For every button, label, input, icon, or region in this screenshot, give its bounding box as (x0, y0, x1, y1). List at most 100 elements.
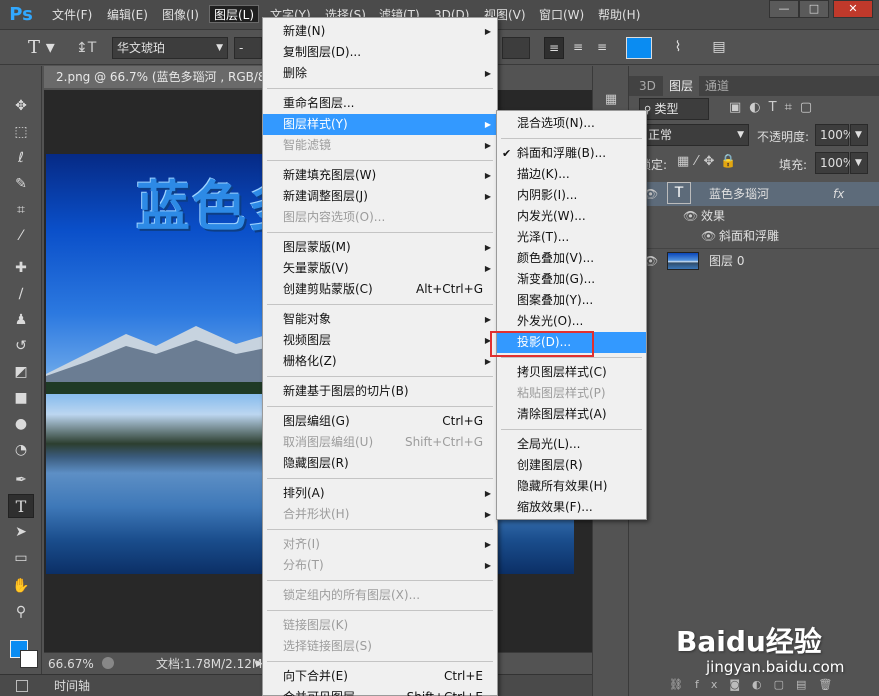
align-right-icon[interactable]: ≡ (592, 37, 612, 59)
style-menu-item[interactable]: 颜色叠加(V)... (497, 248, 646, 269)
style-menu-item[interactable]: 缩放效果(F)... (497, 497, 646, 518)
layer-menu-item[interactable]: 新建调整图层(J) ▶ (263, 186, 497, 207)
layer-menu-item[interactable]: 删除 ▶ (263, 63, 497, 84)
layer-menu-item[interactable]: 重命名图层... (263, 93, 497, 114)
text-orientation-icon[interactable]: ↨T (76, 37, 100, 59)
status-menu-icon[interactable] (102, 657, 114, 669)
healing-brush-tool-icon[interactable]: ✚ (8, 256, 34, 280)
tab-channels[interactable]: 通道 (699, 76, 735, 96)
move-tool-icon[interactable]: ✥ (8, 94, 34, 118)
eyedropper-tool-icon[interactable]: ⁄ (8, 224, 34, 248)
layer-menu-item[interactable]: 创建剪贴蒙版(C) Alt+Ctrl+G (263, 279, 497, 300)
type-tool-icon[interactable]: T ▾ (28, 37, 64, 59)
text-color-swatch[interactable] (626, 37, 652, 59)
minimize-button[interactable]: — (769, 0, 799, 18)
marquee-tool-icon[interactable]: ⬚ (8, 120, 34, 144)
gradient-tool-icon[interactable]: ■ (8, 386, 34, 410)
style-menu-item[interactable]: 拷贝图层样式(C) (497, 362, 646, 383)
style-menu-item[interactable]: 全局光(L)... (497, 434, 646, 455)
close-button[interactable]: ✕ (833, 0, 873, 18)
opacity-input[interactable]: 100% (815, 124, 854, 146)
style-menu-item[interactable]: 混合选项(N)... (497, 113, 646, 134)
layer-menu-item[interactable]: 新建填充图层(W) ▶ (263, 165, 497, 186)
document-tab[interactable]: 2.png @ 66.7% (蓝色多瑙河 , RGB/8) * (44, 66, 274, 88)
layer-menu-item[interactable]: 隐藏图层(R) (263, 453, 497, 474)
dodge-tool-icon[interactable]: ◔ (8, 438, 34, 462)
type-tool-icon[interactable]: T (8, 494, 34, 518)
clone-stamp-tool-icon[interactable]: ♟ (8, 308, 34, 332)
effects-eye-icon[interactable]: 👁 (683, 206, 698, 226)
warp-text-icon[interactable]: ⌇ (668, 37, 688, 59)
maximize-button[interactable]: □ (799, 0, 829, 18)
style-menu-item[interactable]: 隐藏所有效果(H) (497, 476, 646, 497)
bevel-eye-icon[interactable]: 👁 (701, 226, 716, 246)
menu-image[interactable]: 图像(I) (162, 6, 199, 24)
layer-menu-item[interactable]: 图层样式(Y) ▶ (263, 114, 497, 135)
background-color-swatch[interactable] (20, 650, 38, 668)
layer-menu-item[interactable]: 图层编组(G) Ctrl+G (263, 411, 497, 432)
fx-icon[interactable]: fx (833, 182, 844, 206)
menu-file[interactable]: 文件(F) (52, 6, 92, 24)
history-brush-tool-icon[interactable]: ↺ (8, 334, 34, 358)
layer-filter-select[interactable]: ⚲ 类型 (639, 98, 709, 120)
opacity-dropdown-icon[interactable]: ▼ (850, 124, 868, 146)
style-menu-item[interactable]: ✔ 斜面和浮雕(B)... (497, 143, 646, 164)
font-family-select[interactable]: 华文琥珀 ▼ (112, 37, 228, 59)
menu-help[interactable]: 帮助(H) (598, 6, 640, 24)
fill-dropdown-icon[interactable]: ▼ (850, 152, 868, 174)
style-menu-item[interactable]: 内阴影(I)... (497, 185, 646, 206)
lock-icons[interactable]: ▦⁄✥🔒 (677, 154, 743, 169)
panel-tabs: 3D 图层 通道 (629, 76, 879, 96)
layer-menu-item[interactable]: 新建(N) ▶ (263, 21, 497, 42)
layer-menu-item[interactable]: 复制图层(D)... (263, 42, 497, 63)
menu-window[interactable]: 窗口(W) (539, 6, 584, 24)
style-menu-item[interactable]: 光泽(T)... (497, 227, 646, 248)
tab-layers[interactable]: 图层 (663, 76, 700, 96)
style-menu-item[interactable]: 外发光(O)... (497, 311, 646, 332)
layer-menu-item[interactable]: 视频图层 ▶ (263, 330, 497, 351)
align-left-icon[interactable]: ≡ (544, 37, 564, 59)
layer-menu-item[interactable]: 排列(A) ▶ (263, 483, 497, 504)
layer-effects-row[interactable]: 👁 效果 (629, 206, 879, 226)
layer-menu-item[interactable]: 智能对象 ▶ (263, 309, 497, 330)
pen-tool-icon[interactable]: ✒ (8, 468, 34, 492)
hand-tool-icon[interactable]: ✋ (8, 574, 34, 598)
lasso-tool-icon[interactable]: ℓ (8, 146, 34, 170)
layer-menu-item[interactable]: 图层蒙版(M) ▶ (263, 237, 497, 258)
layer-menu-item[interactable]: 合并可见图层 Shift+Ctrl+E (263, 687, 497, 696)
align-center-icon[interactable]: ≡ (568, 37, 588, 59)
quick-select-tool-icon[interactable]: ✎ (8, 172, 34, 196)
brush-tool-icon[interactable]: ∕ (8, 282, 34, 306)
layer-menu-item[interactable]: 矢量蒙版(V) ▶ (263, 258, 497, 279)
style-menu-item[interactable]: 内发光(W)... (497, 206, 646, 227)
histogram-panel-icon[interactable]: ▦ (601, 92, 621, 110)
style-menu-item[interactable]: 描边(K)... (497, 164, 646, 185)
timeline-tab[interactable]: 时间轴 (54, 675, 90, 696)
blend-mode-select[interactable]: 正常 ▼ (643, 124, 749, 146)
rectangle-tool-icon[interactable]: ▭ (8, 546, 34, 570)
layer-row-text[interactable]: 👁 T 蓝色多瑙河 fx (629, 182, 879, 206)
style-menu-item[interactable]: 渐变叠加(G)... (497, 269, 646, 290)
crop-tool-icon[interactable]: ⌗ (8, 198, 34, 222)
tab-3d[interactable]: 3D (633, 76, 662, 96)
layer-effect-item[interactable]: 👁 斜面和浮雕 (629, 226, 879, 246)
font-size-select[interactable] (502, 37, 530, 59)
style-menu-item[interactable]: 清除图层样式(A) (497, 404, 646, 425)
zoom-tool-icon[interactable]: ⚲ (8, 600, 34, 624)
layer-menu-item[interactable]: 向下合并(E) Ctrl+E (263, 666, 497, 687)
filter-icons[interactable]: ▣◐T⌗▢ (729, 100, 869, 118)
fill-input[interactable]: 100% (815, 152, 854, 174)
layer-menu-item[interactable]: 栅格化(Z) ▶ (263, 351, 497, 372)
menu-edit[interactable]: 编辑(E) (107, 6, 148, 24)
character-panel-icon[interactable]: ▤ (708, 37, 730, 59)
font-style-select[interactable]: - (234, 37, 262, 59)
blur-tool-icon[interactable]: ● (8, 412, 34, 436)
style-menu-item[interactable]: 创建图层(R) (497, 455, 646, 476)
path-select-tool-icon[interactable]: ➤ (8, 520, 34, 544)
style-menu-item[interactable]: 图案叠加(Y)... (497, 290, 646, 311)
zoom-level[interactable]: 66.67% (48, 653, 94, 675)
layer-row-image[interactable]: 👁 图层 0 (629, 248, 879, 272)
eraser-tool-icon[interactable]: ◩ (8, 360, 34, 384)
layer-menu-item[interactable]: 新建基于图层的切片(B) (263, 381, 497, 402)
menu-layer[interactable]: 图层(L) (209, 5, 260, 23)
